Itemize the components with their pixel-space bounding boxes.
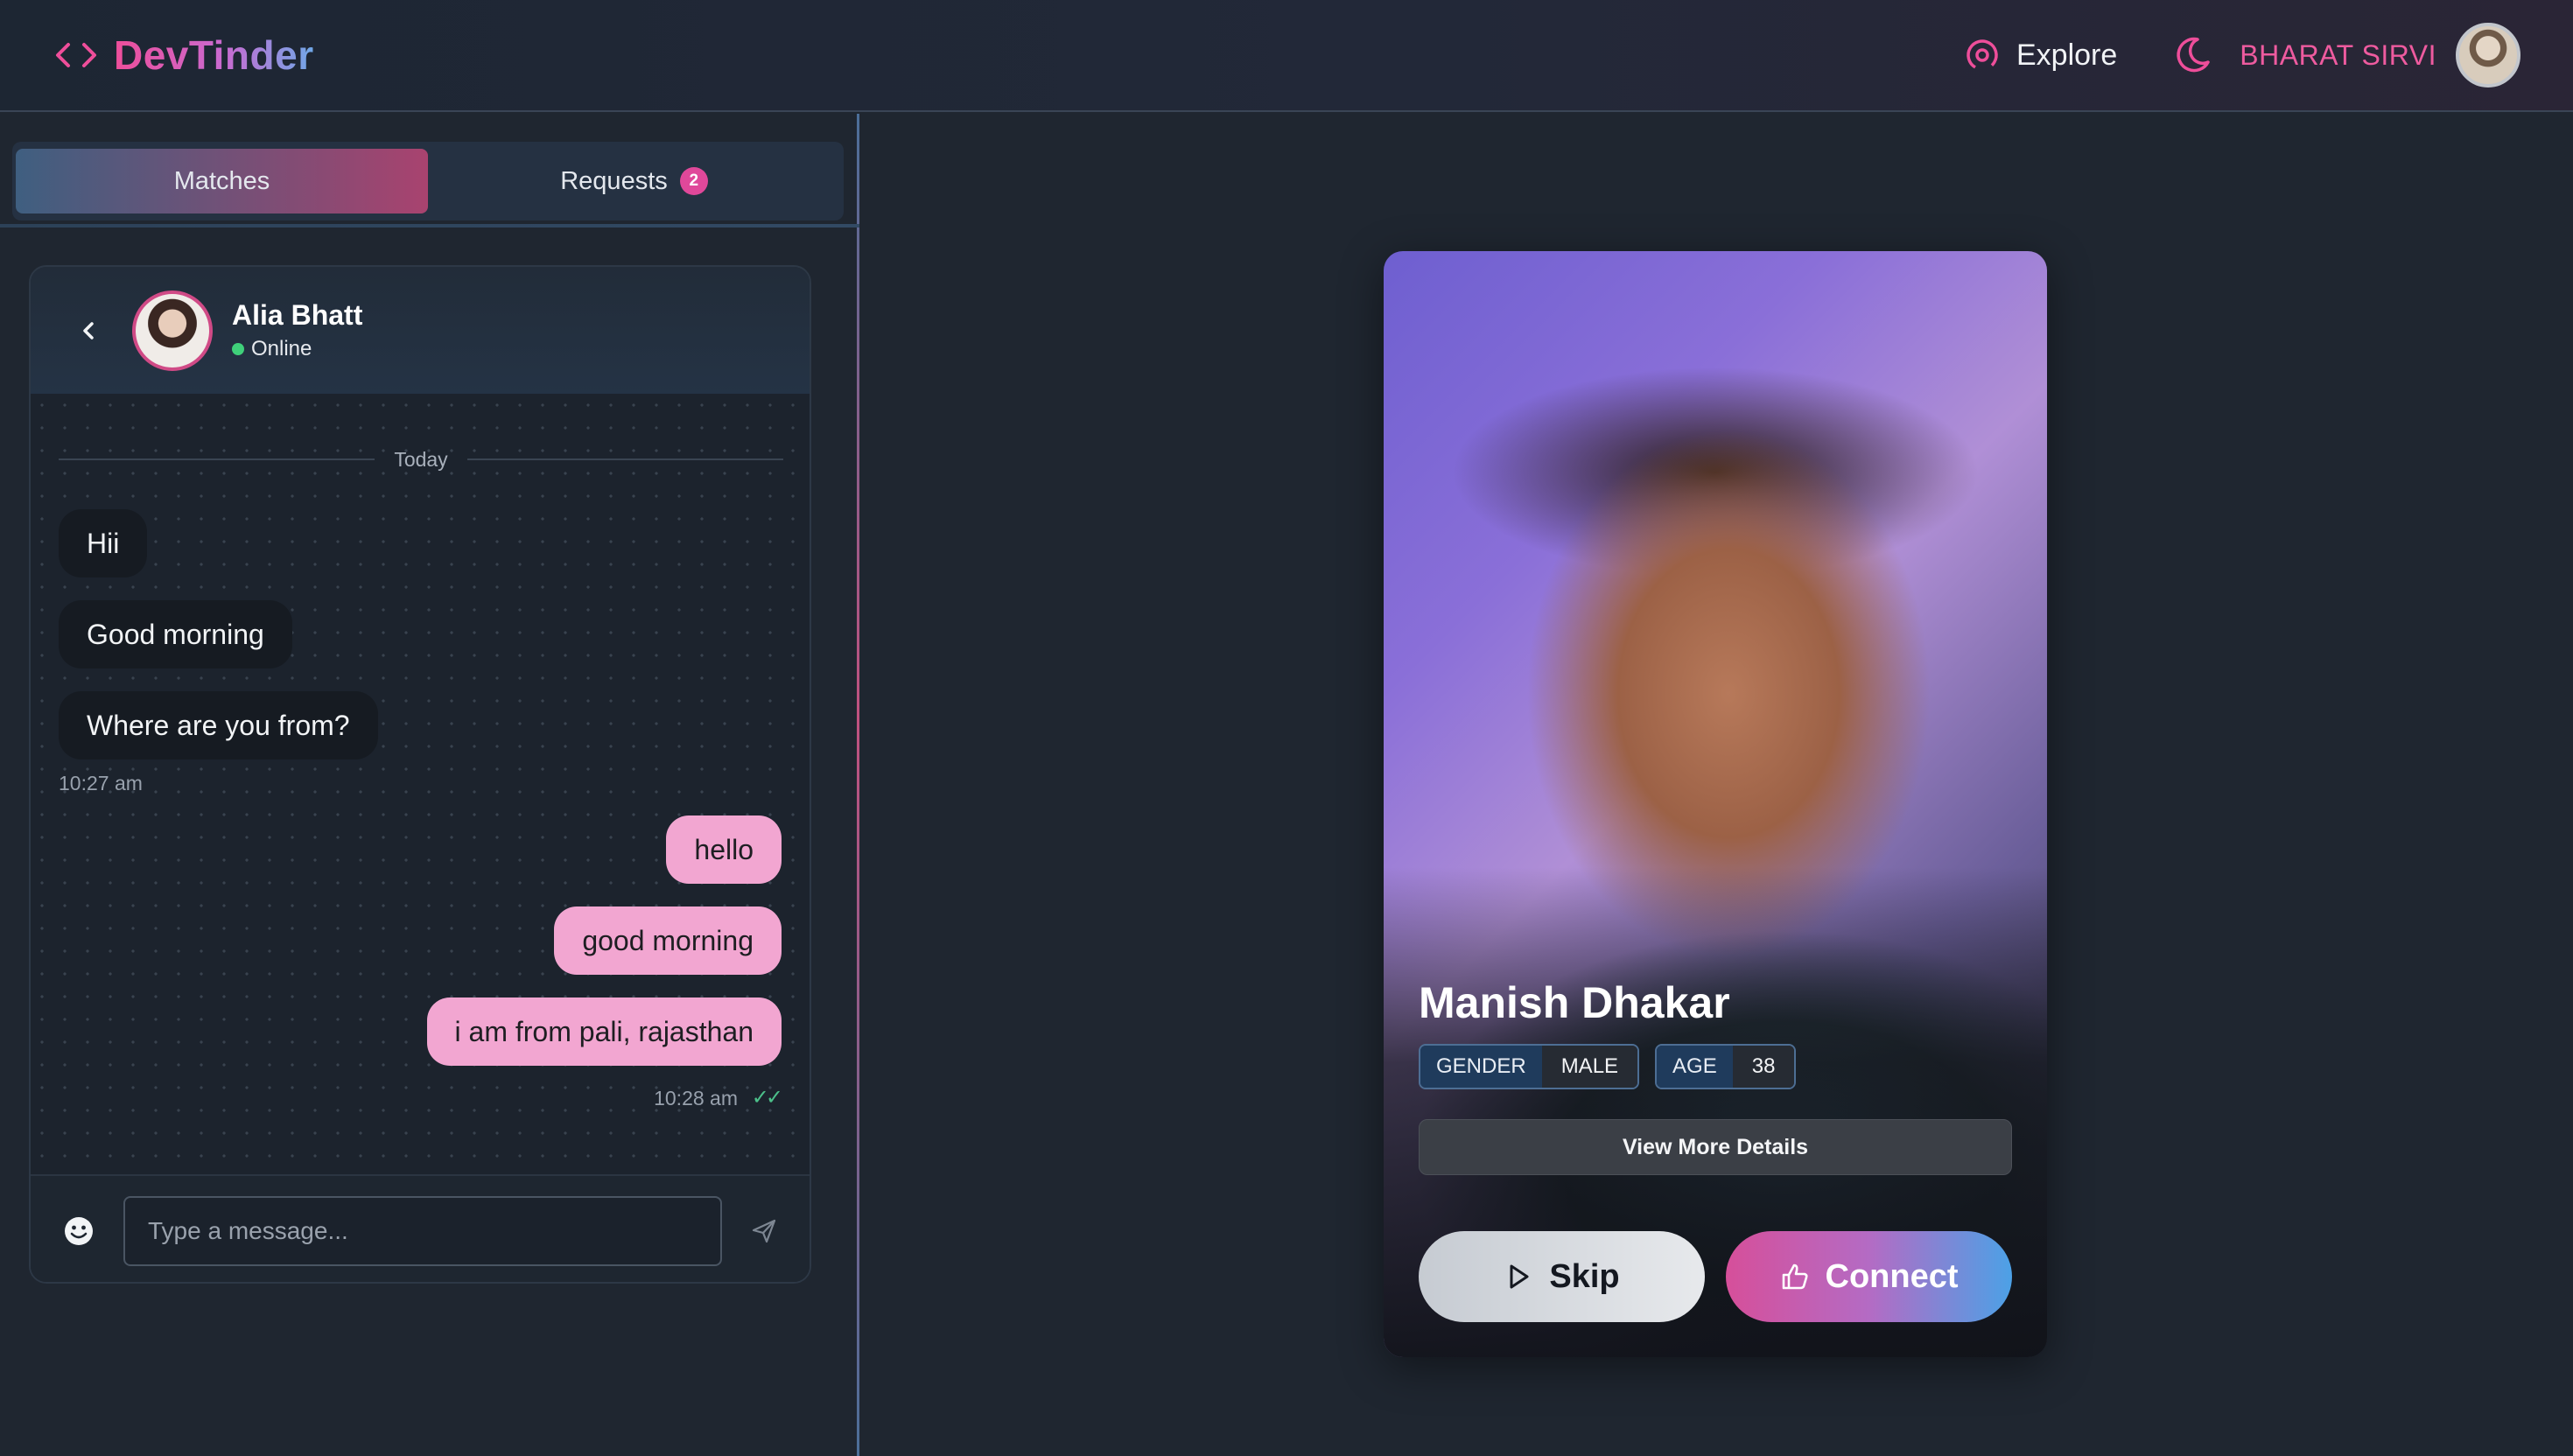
user-avatar[interactable] xyxy=(2456,23,2520,88)
tabs-bar: Matches Requests 2 xyxy=(12,142,844,220)
brand-logo[interactable]: DevTinder xyxy=(54,32,314,79)
date-label: Today xyxy=(394,447,448,471)
thumbs-up-icon xyxy=(1782,1264,1808,1290)
back-arrow-icon[interactable] xyxy=(76,318,101,343)
explore-label: Explore xyxy=(2016,38,2118,72)
outgoing-timestamp: 10:28 am xyxy=(654,1087,738,1110)
moon-icon[interactable] xyxy=(2171,34,2213,76)
incoming-message: Good morning xyxy=(59,600,292,668)
profile-card: Manish Dhakar GENDER MALE AGE 38 View Mo… xyxy=(1384,251,2047,1357)
contact-name: Alia Bhatt xyxy=(232,299,363,331)
message-composer xyxy=(31,1174,810,1282)
skip-label: Skip xyxy=(1549,1257,1620,1295)
date-divider: Today xyxy=(59,446,783,472)
chat-window: Alia Bhatt Online Today Hii Good morning… xyxy=(29,265,811,1284)
tabs-divider xyxy=(0,224,859,228)
outgoing-message: hello xyxy=(666,816,782,884)
gender-key: GENDER xyxy=(1420,1046,1542,1088)
skip-button[interactable]: Skip xyxy=(1419,1231,1705,1322)
contact-avatar xyxy=(132,290,213,371)
requests-count-badge: 2 xyxy=(679,167,708,195)
divider-line xyxy=(466,458,783,460)
gender-value: MALE xyxy=(1541,1046,1638,1088)
tab-requests[interactable]: Requests 2 xyxy=(428,149,840,214)
incoming-message: Hii xyxy=(59,509,148,578)
connect-button[interactable]: Connect xyxy=(1726,1231,2012,1322)
code-brackets-icon xyxy=(56,43,96,67)
incoming-message: Where are you from? xyxy=(59,691,378,760)
tab-requests-label: Requests xyxy=(560,166,668,195)
message-input[interactable] xyxy=(123,1195,722,1266)
age-key: AGE xyxy=(1657,1046,1733,1088)
divider-line xyxy=(59,458,375,460)
outgoing-message: i am from pali, rajasthan xyxy=(426,998,782,1066)
radar-icon xyxy=(1967,39,1998,71)
read-receipt-icon: ✓✓ xyxy=(751,1086,783,1110)
left-panel: Matches Requests 2 Alia Bhatt Online Tod… xyxy=(0,114,859,1456)
message-list[interactable]: Today Hii Good morning Where are you fro… xyxy=(31,394,810,1174)
emoji-icon[interactable] xyxy=(62,1214,95,1248)
online-dot-icon xyxy=(232,343,244,355)
play-outline-icon xyxy=(1510,1264,1529,1289)
contact-info: Alia Bhatt Online xyxy=(232,299,362,361)
user-name[interactable]: BHARAT SIRVI xyxy=(2240,39,2436,72)
age-chip: AGE 38 xyxy=(1655,1044,1797,1089)
brand-name: DevTinder xyxy=(114,32,314,78)
outgoing-message: good morning xyxy=(554,906,782,975)
profile-attributes: GENDER MALE AGE 38 xyxy=(1419,1044,1797,1089)
top-navbar: DevTinder Explore BHARAT SIRVI xyxy=(0,0,2573,112)
tab-matches-label: Matches xyxy=(173,166,270,195)
chat-header: Alia Bhatt Online xyxy=(31,267,810,394)
send-icon[interactable] xyxy=(750,1217,778,1245)
view-more-details-button[interactable]: View More Details xyxy=(1419,1119,2012,1175)
tab-matches[interactable]: Matches xyxy=(16,149,428,214)
explore-link[interactable]: Explore xyxy=(1964,37,2117,74)
contact-status: Online xyxy=(232,337,362,361)
gender-chip: GENDER MALE xyxy=(1419,1044,1640,1089)
action-buttons: Skip Connect xyxy=(1419,1231,2012,1322)
connect-label: Connect xyxy=(1825,1257,1959,1295)
profile-name: Manish Dhakar xyxy=(1419,978,1730,1027)
incoming-timestamp: 10:27 am xyxy=(59,772,143,794)
nav-right: Explore BHARAT SIRVI xyxy=(1964,23,2520,88)
age-value: 38 xyxy=(1732,1046,1795,1088)
status-label: Online xyxy=(251,337,312,360)
